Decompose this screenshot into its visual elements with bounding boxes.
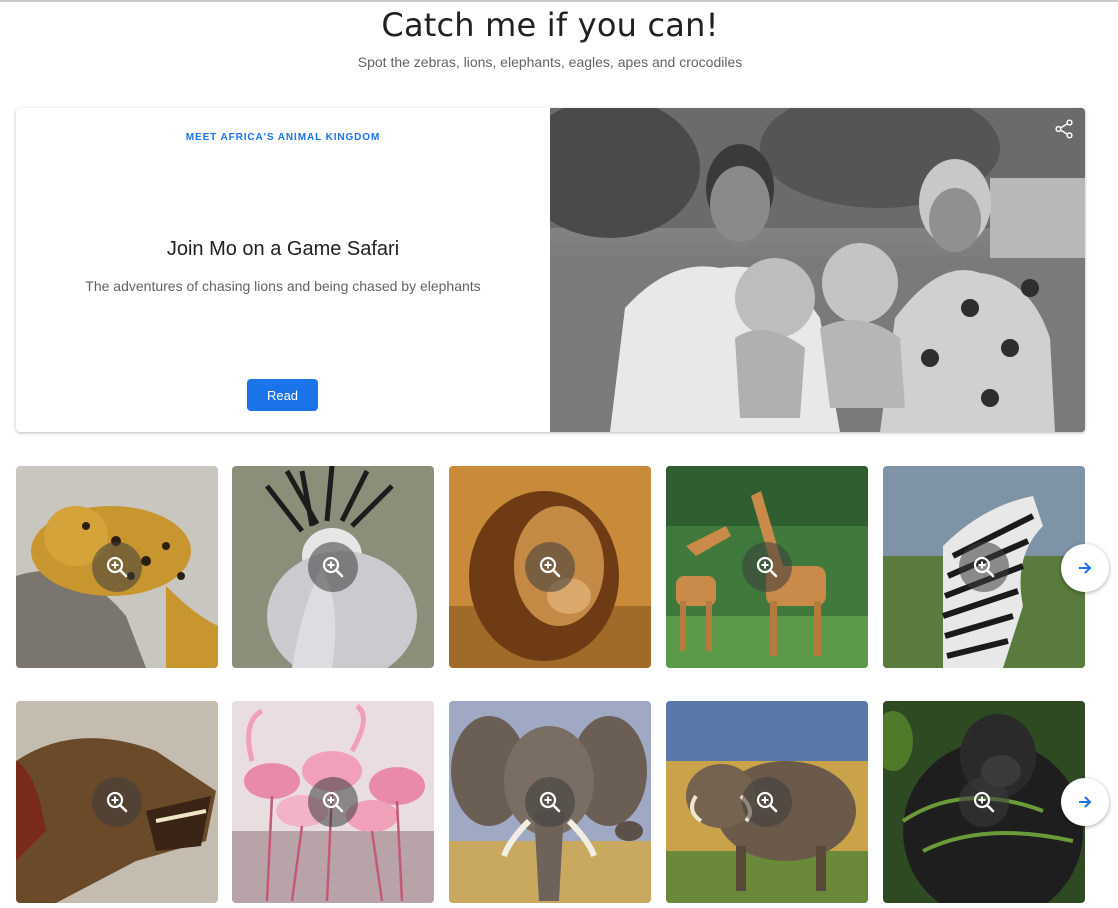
zoom-button[interactable] <box>308 542 358 592</box>
zoom-in-icon <box>322 556 344 578</box>
gallery-tile-giraffes[interactable] <box>666 466 868 668</box>
arrow-right-icon <box>1079 796 1092 808</box>
gallery-tile-gorilla[interactable] <box>883 701 1085 903</box>
read-button[interactable]: Read <box>247 379 318 411</box>
zoom-in-icon <box>973 556 995 578</box>
zoom-button[interactable] <box>742 777 792 827</box>
zoom-button[interactable] <box>92 542 142 592</box>
feature-photo-image <box>520 108 1085 432</box>
gallery-tile-lion[interactable] <box>449 466 651 668</box>
zoom-in-icon <box>322 791 344 813</box>
zoom-button[interactable] <box>742 542 792 592</box>
zoom-in-icon <box>756 791 778 813</box>
zoom-button[interactable] <box>308 777 358 827</box>
feature-eyebrow[interactable]: MEET AFRICA'S ANIMAL KINGDOM <box>16 132 550 143</box>
zoom-in-icon <box>756 556 778 578</box>
gallery-tile-elephant[interactable] <box>449 701 651 903</box>
gallery-next-button[interactable] <box>1061 778 1109 826</box>
page-title: Catch me if you can! <box>381 6 719 44</box>
gallery-tile-warthog[interactable] <box>666 701 868 903</box>
gallery-next-button[interactable] <box>1061 544 1109 592</box>
arrow-right-icon <box>1079 562 1092 574</box>
zoom-in-icon <box>539 791 561 813</box>
zoom-button[interactable] <box>525 777 575 827</box>
zoom-button[interactable] <box>525 542 575 592</box>
feature-text-panel: MEET AFRICA'S ANIMAL KINGDOM Join Mo on … <box>16 108 550 432</box>
gallery-tile-flamingos[interactable] <box>232 701 434 903</box>
zoom-in-icon <box>539 556 561 578</box>
share-icon[interactable] <box>1053 118 1075 140</box>
gallery-tile-secretary-bird[interactable] <box>232 466 434 668</box>
zoom-in-icon <box>106 791 128 813</box>
zoom-in-icon <box>106 556 128 578</box>
gallery-tile-leopard[interactable] <box>16 466 218 668</box>
feature-photo[interactable] <box>520 108 1085 432</box>
zoom-button[interactable] <box>959 777 1009 827</box>
feature-card: MEET AFRICA'S ANIMAL KINGDOM Join Mo on … <box>16 108 1085 432</box>
feature-description: The adventures of chasing lions and bein… <box>85 278 481 294</box>
top-border <box>0 0 1118 2</box>
page-subtitle: Spot the zebras, lions, elephants, eagle… <box>357 54 743 70</box>
zoom-button[interactable] <box>92 777 142 827</box>
gallery-tile-zebras[interactable] <box>883 466 1085 668</box>
gallery-tile-hyena[interactable] <box>16 701 218 903</box>
feature-title: Join Mo on a Game Safari <box>166 238 400 260</box>
zoom-in-icon <box>973 791 995 813</box>
zoom-button[interactable] <box>959 542 1009 592</box>
